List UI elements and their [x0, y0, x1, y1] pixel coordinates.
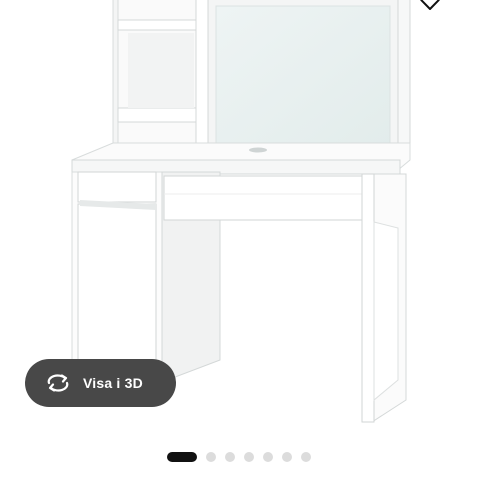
- carousel-dot[interactable]: [206, 452, 216, 462]
- heart-outline-icon: [418, 0, 442, 17]
- product-gallery: Visa i 3D: [0, 0, 480, 480]
- carousel-dot[interactable]: [225, 452, 235, 462]
- carousel-dot[interactable]: [244, 452, 254, 462]
- view-in-3d-button[interactable]: Visa i 3D: [25, 359, 176, 407]
- carousel-dot[interactable]: [282, 452, 292, 462]
- carousel-dot-active[interactable]: [167, 452, 197, 462]
- carousel-dot[interactable]: [263, 452, 273, 462]
- favorite-button[interactable]: [412, 0, 448, 16]
- rotate-3d-icon: [45, 371, 73, 395]
- view-in-3d-label: Visa i 3D: [83, 375, 143, 391]
- carousel-pagination: [167, 452, 311, 462]
- carousel-dot[interactable]: [301, 452, 311, 462]
